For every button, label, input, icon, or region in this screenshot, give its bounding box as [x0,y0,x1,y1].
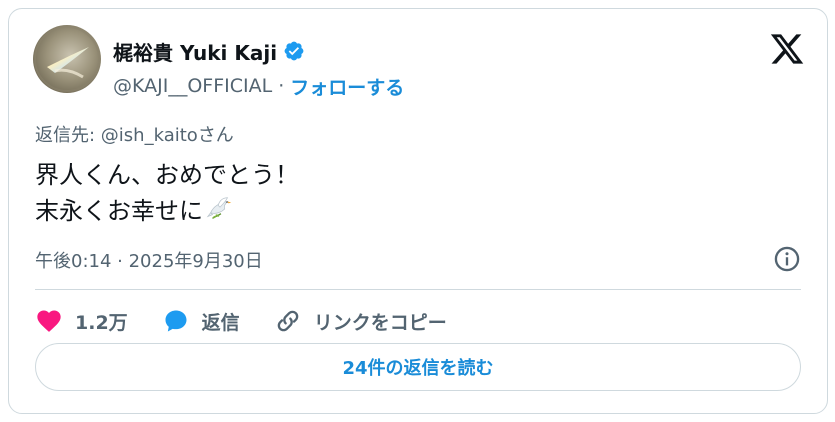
heart-icon [37,310,61,332]
author-handle-row: @KAJI__OFFICIAL · フォローする [113,73,404,99]
tweet-line-2: 末永くお幸せに [35,193,299,229]
copy-link-label: リンクをコピー [313,311,447,334]
tweet-line-2-text: 末永くお幸せに [35,197,203,225]
link-icon [277,310,298,332]
follow-button[interactable]: フォローする [290,73,404,100]
reply-to-suffix: さん [197,125,234,146]
reply-button[interactable]: 返信 [162,307,240,335]
reply-to-prefix: 返信先: [35,125,101,146]
speech-bubble-icon [165,310,187,332]
reply-to-line: 返信先: @ish_kaitoさん [35,121,234,147]
tweet-line-1: 界人くん、おめでとう！ [35,161,299,189]
reply-to-mention[interactable]: @ish_kaito [101,125,198,146]
like-count: 1.2万 [75,311,128,334]
author-name-row: 梶裕貴 Yuki Kaji [113,37,305,65]
x-logo-icon[interactable] [769,31,805,67]
embedded-tweet-card: 梶裕貴 Yuki Kaji @KAJI__OFFICIAL · フォローする 返… [8,8,828,414]
author-name[interactable]: 梶裕貴 Yuki Kaji [113,37,277,66]
tweet-text: 界人くん、おめでとう！ 末永くお幸せに [35,157,299,229]
info-icon[interactable] [773,245,801,273]
reply-label: 返信 [201,311,240,334]
avatar[interactable] [33,25,101,93]
divider [35,289,801,290]
author-handle[interactable]: @KAJI__OFFICIAL [113,75,272,97]
read-replies-button[interactable]: 24件の返信を読む [35,343,801,391]
avatar-image [34,26,100,92]
verified-badge-icon [284,41,304,61]
separator-dot: · [278,75,285,97]
action-bar: 1.2万 返信 リンクをコピー [35,303,481,339]
copy-link-button[interactable]: リンクをコピー [274,307,447,335]
like-button[interactable]: 1.2万 [35,307,128,335]
tweet-timestamp[interactable]: 午後0:14 · 2025年9月30日 [35,247,263,273]
dove-icon [206,197,232,219]
